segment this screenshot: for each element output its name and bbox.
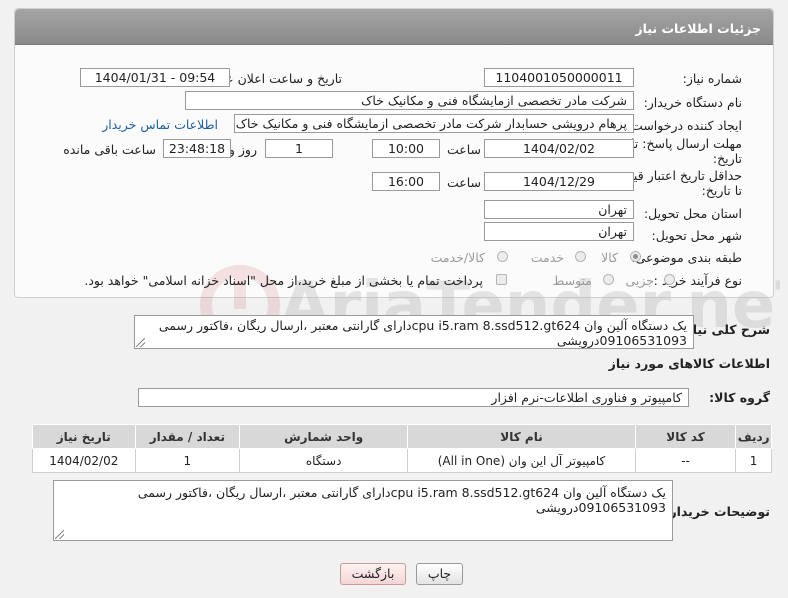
print-button[interactable]: چاپ [416, 563, 463, 585]
need-number-label: شماره نیاز: [682, 71, 742, 86]
days-remaining-field: 1 [265, 139, 333, 158]
col-need-date: تاریخ نیاز [32, 424, 136, 449]
city-label: شهر محل تحویل: [651, 228, 742, 243]
goods-table: ردیف کد کالا نام کالا واحد شمارش تعداد /… [32, 424, 772, 473]
payment-note: پرداخت تمام یا بخشی از مبلغ خرید،از محل … [84, 273, 483, 288]
category-label: طبقه بندی موضوعی: [631, 250, 742, 265]
description-resize-handle[interactable] [136, 338, 145, 347]
price-validity-label-date: تا تاریخ: [701, 183, 742, 198]
remaining-time-label: ساعت باقی مانده [63, 142, 156, 157]
goods-info-title: اطلاعات کالاهای مورد نیاز [608, 356, 770, 371]
deadline-time-label: ساعت [446, 142, 481, 157]
treasury-payment-checkbox[interactable] [496, 274, 507, 285]
cell-quantity: 1 [134, 448, 241, 473]
category-goods-label: کالا [601, 250, 618, 265]
category-service-radio[interactable] [575, 251, 586, 262]
col-code: کد کالا [634, 424, 737, 449]
deadline-label-date: تاریخ: [712, 151, 742, 166]
goods-group-label: گروه کالا: [709, 390, 770, 405]
cell-need-date: 1404/02/02 [32, 448, 136, 473]
category-goods-service-radio[interactable] [497, 251, 508, 262]
price-validity-time-field: 16:00 [372, 172, 440, 191]
buyer-org-field: شرکت مادر تخصصی ازمایشگاه فنی و مکانیک خ… [185, 91, 634, 110]
process-medium-label: متوسط [552, 273, 592, 288]
cell-unit: دستگاه [239, 448, 409, 473]
goods-group-field: کامپیوتر و فناوری اطلاعات-نرم افزار [138, 388, 689, 407]
buyer-notes-field: یک دستگاه آلین وان cpu i5.ram 8.ssd512.g… [53, 480, 673, 541]
back-button[interactable]: بازگشت [340, 563, 406, 585]
buyer-org-label: نام دستگاه خریدار: [643, 95, 742, 110]
table-row: 1 -- کامپیوتر آل این وان (All in One) دس… [32, 448, 772, 473]
category-goods-service-label: کالا/خدمت [430, 250, 485, 265]
category-service-label: خدمت [530, 250, 564, 265]
days-label: روز و [228, 142, 257, 157]
description-field: یک دستگاه آلین وان cpu i5.ram 8.ssd512.g… [134, 315, 694, 349]
col-unit: واحد شمارش [239, 424, 409, 449]
process-minor-radio[interactable] [664, 274, 675, 285]
buyer-notes-resize-handle[interactable] [55, 530, 64, 539]
city-field: تهران [484, 222, 634, 241]
col-row: ردیف [735, 424, 772, 449]
deadline-date-field: 1404/02/02 [484, 139, 634, 158]
remaining-time-field: 23:48:18 [163, 139, 231, 158]
process-minor-label: جزیی [625, 273, 654, 288]
col-name: نام کالا [407, 424, 636, 449]
process-medium-radio[interactable] [603, 274, 614, 285]
panel-title: جزئیات اطلاعات نیاز [15, 9, 773, 45]
cell-code: -- [634, 448, 737, 473]
category-goods-radio[interactable] [630, 251, 641, 262]
province-field: تهران [484, 200, 634, 219]
creator-field: پرهام درویشی حسابدار شرکت مادر تخصصی ازم… [234, 114, 634, 133]
need-number-field: 1104001050000011 [484, 68, 634, 87]
province-label: استان محل تحویل: [643, 206, 742, 221]
cell-row: 1 [735, 448, 772, 473]
goods-table-header: ردیف کد کالا نام کالا واحد شمارش تعداد /… [32, 424, 772, 449]
price-validity-time-label: ساعت [446, 175, 481, 190]
creator-label: ایجاد کننده درخواست: [626, 118, 742, 133]
col-quantity: تعداد / مقدار [134, 424, 241, 449]
buyer-notes-label: توضیحات خریدار: [664, 504, 770, 519]
cell-name: کامپیوتر آل این وان (All in One) [407, 448, 636, 473]
deadline-time-field: 10:00 [372, 139, 440, 158]
buyer-contact-link[interactable]: اطلاعات تماس خریدار [102, 117, 218, 132]
deadline-label: مهلت ارسال پاسخ: تا [631, 136, 742, 151]
announce-field: 1404/01/31 - 09:54 [80, 68, 230, 87]
price-validity-date-field: 1404/12/29 [484, 172, 634, 191]
